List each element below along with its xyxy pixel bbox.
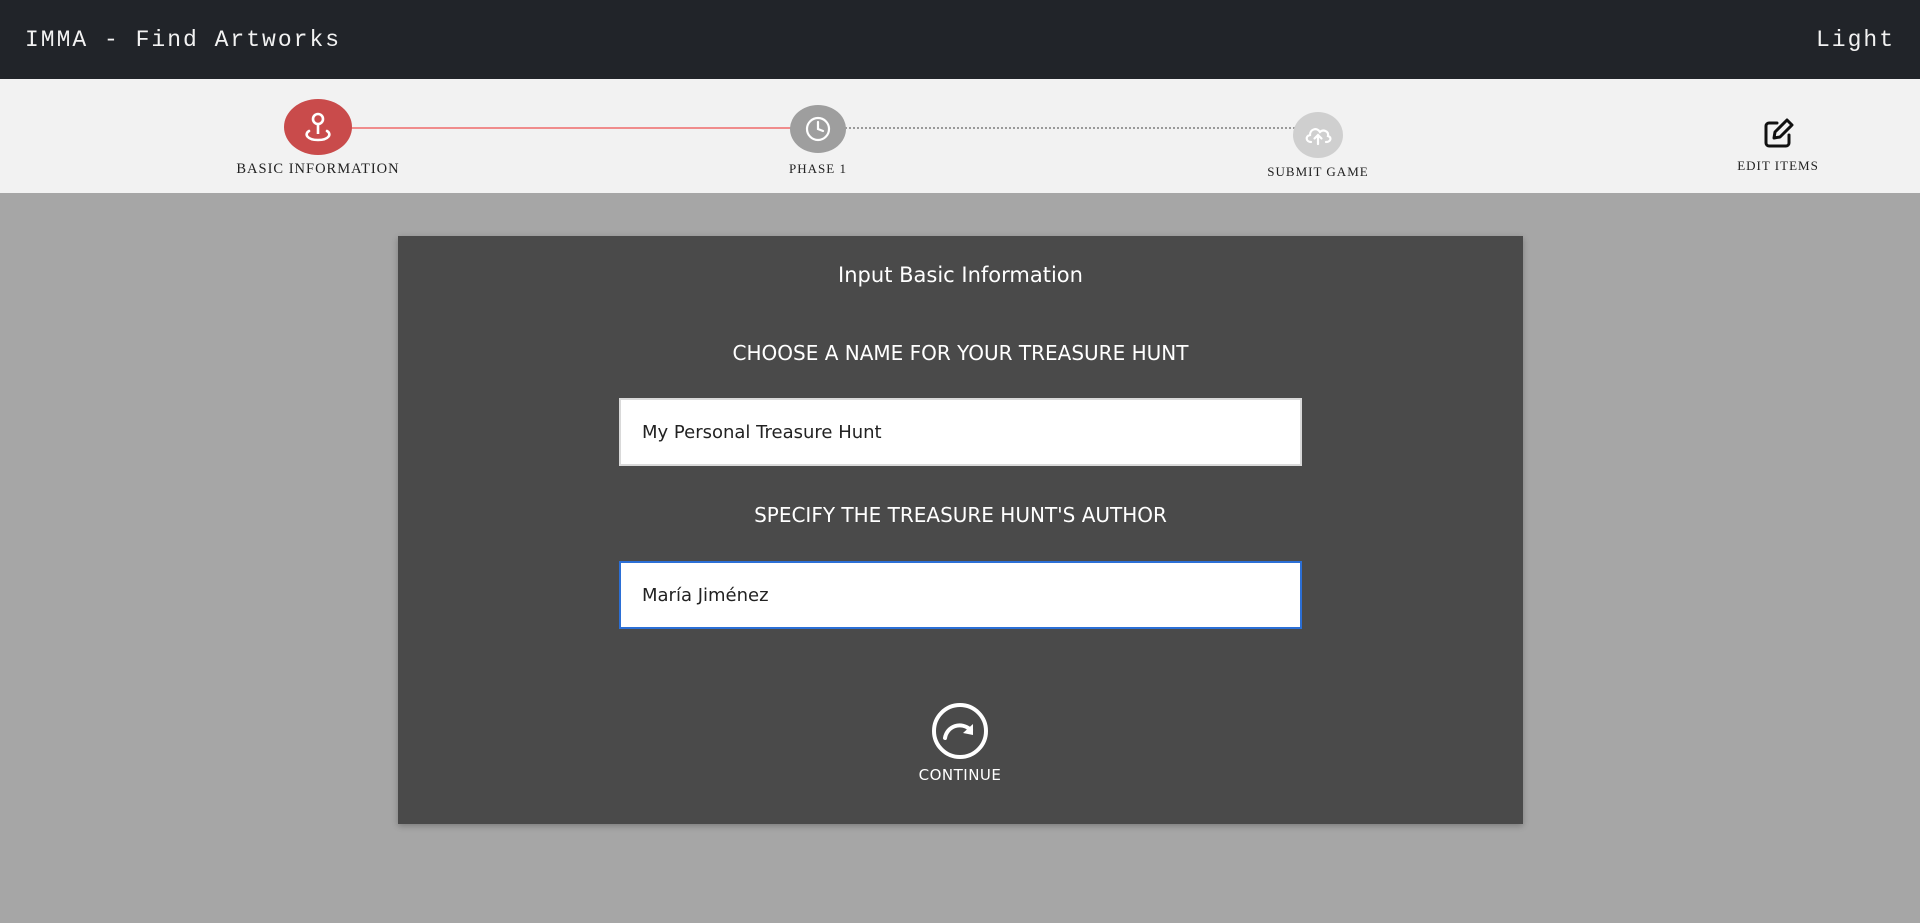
- edit-items-button[interactable]: EDIT ITEMS: [1678, 79, 1878, 193]
- step-submit-game[interactable]: SUBMIT GAME: [1218, 79, 1418, 193]
- continue-label: CONTINUE: [918, 766, 1002, 784]
- treasure-hunt-author-input[interactable]: [619, 561, 1302, 629]
- cloud-upload-icon: [1293, 112, 1343, 158]
- location-pin-icon: [284, 99, 352, 155]
- step-label: SUBMIT GAME: [1267, 164, 1369, 179]
- panel-title: Input Basic Information: [838, 263, 1083, 287]
- author-label: SPECIFY THE TREASURE HUNT'S AUTHOR: [754, 503, 1167, 527]
- step-label: BASIC INFORMATION: [236, 161, 400, 177]
- treasure-hunt-name-input[interactable]: [619, 398, 1302, 466]
- redo-circle-icon: [932, 703, 988, 759]
- theme-toggle[interactable]: Light: [1816, 27, 1895, 53]
- name-label: CHOOSE A NAME FOR YOUR TREASURE HUNT: [732, 341, 1189, 365]
- continue-button[interactable]: CONTINUE: [910, 702, 1010, 784]
- basic-information-panel: Input Basic Information CHOOSE A NAME FO…: [398, 236, 1523, 824]
- top-navbar: IMMA - Find Artworks Light: [0, 0, 1920, 79]
- step-label: EDIT ITEMS: [1737, 158, 1819, 173]
- progress-stepper: BASIC INFORMATION PHASE 1 SUBMIT GAME ED…: [0, 79, 1920, 193]
- step-label: PHASE 1: [789, 161, 847, 176]
- step-phase-1[interactable]: PHASE 1: [718, 79, 918, 193]
- edit-icon: [1758, 114, 1798, 154]
- app-title[interactable]: IMMA - Find Artworks: [25, 27, 341, 53]
- step-basic-information[interactable]: BASIC INFORMATION: [218, 79, 418, 193]
- clock-icon: [790, 105, 846, 153]
